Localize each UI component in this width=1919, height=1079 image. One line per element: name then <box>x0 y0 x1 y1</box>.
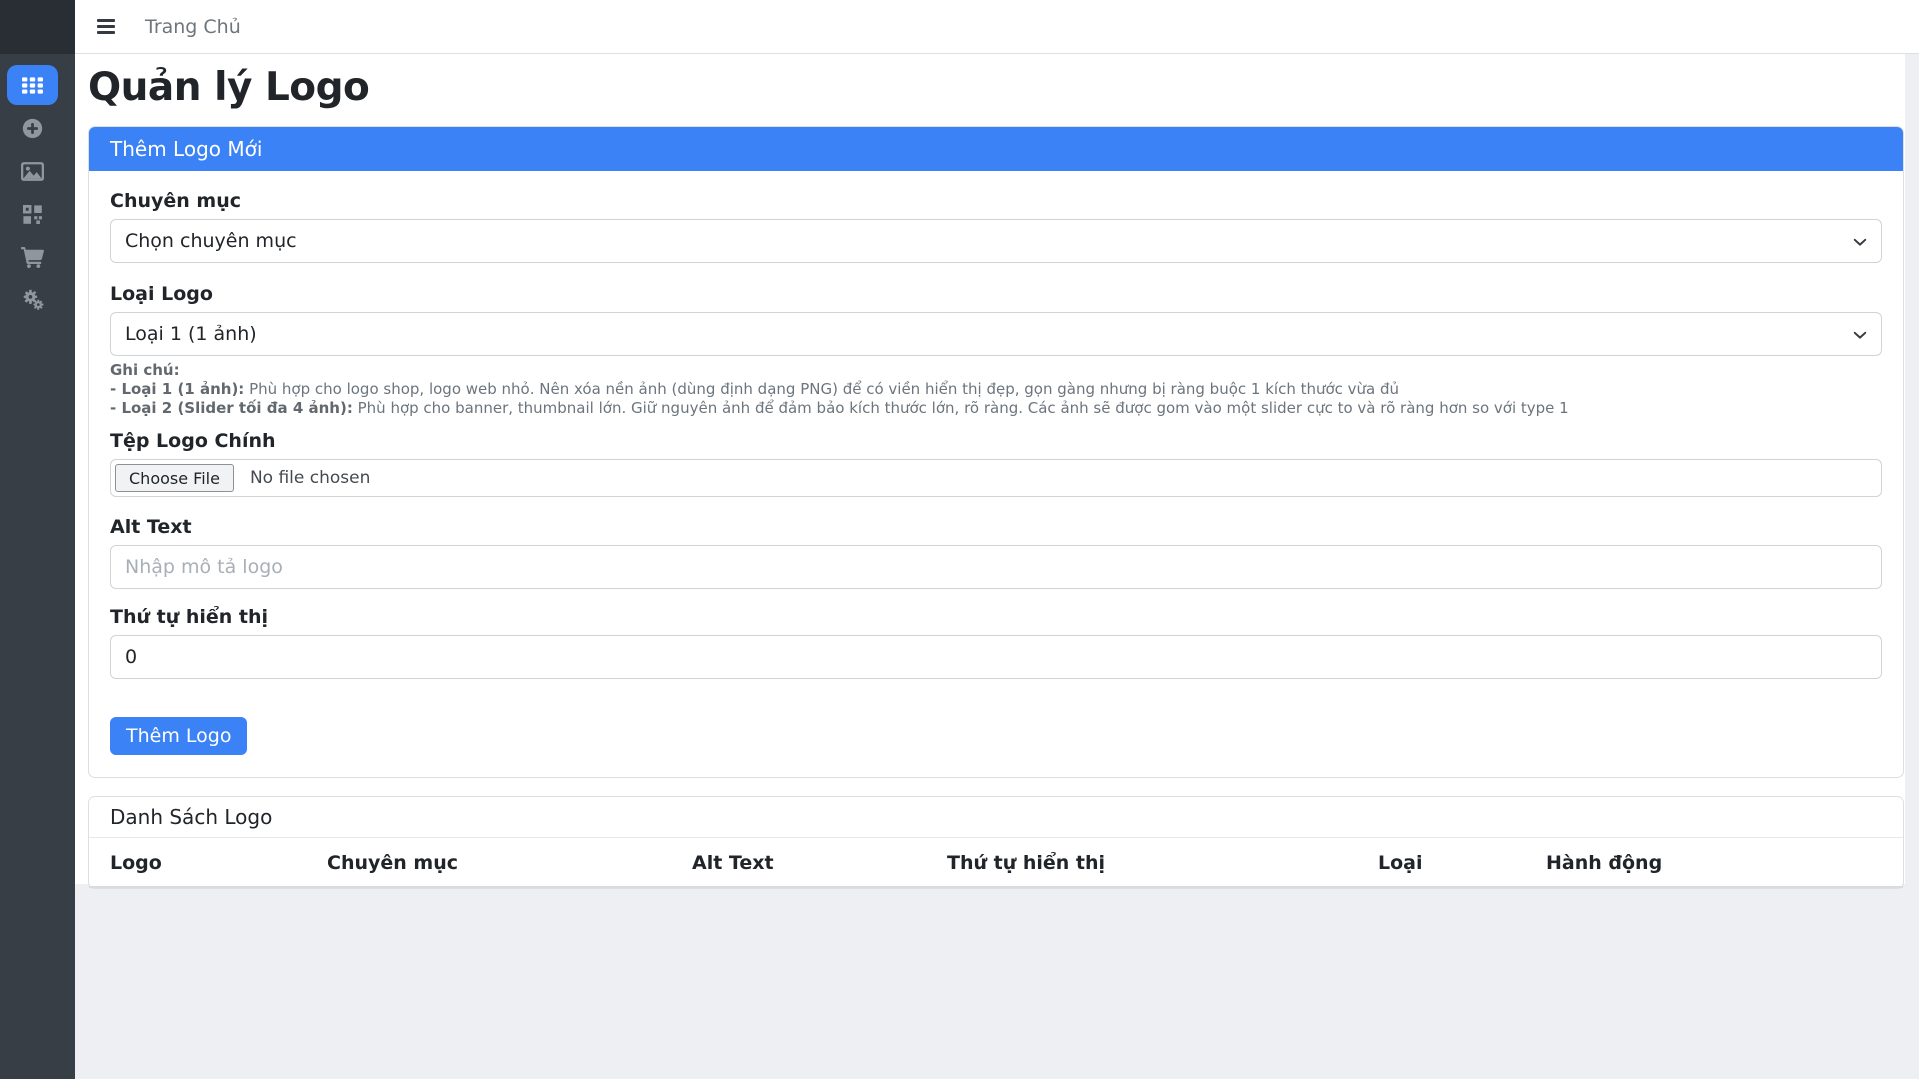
logo-type-select[interactable]: Loại 1 (1 ảnh) <box>110 312 1882 356</box>
sidebar-item-images[interactable] <box>7 151 58 191</box>
add-logo-card: Thêm Logo Mới Chuyên mục Chọn chuyên mục… <box>88 126 1904 778</box>
sidebar-item-add[interactable] <box>7 108 58 148</box>
sidebar-item-cart[interactable] <box>7 237 58 277</box>
top-navbar: Trang Chủ <box>75 0 1919 54</box>
nav-home-link[interactable]: Trang Chủ <box>145 16 241 38</box>
gears-icon <box>21 289 44 311</box>
image-icon <box>21 162 44 181</box>
sort-order-label: Thứ tự hiển thị <box>110 607 1882 628</box>
choose-file-button[interactable]: Choose File <box>115 464 234 492</box>
logo-list-card: Danh Sách Logo Logo Chuyên mục Alt Text … <box>88 796 1904 889</box>
main-file-label: Tệp Logo Chính <box>110 431 1882 452</box>
qrcode-icon <box>23 205 42 224</box>
sidebar-brand <box>0 0 75 54</box>
logo-type-notes: Ghi chú: - Loại 1 (1 ảnh): Phù hợp cho l… <box>110 361 1882 418</box>
alt-text-input[interactable] <box>110 545 1882 589</box>
logo-table: Logo Chuyên mục Alt Text Thứ tự hiển thị… <box>89 838 1903 888</box>
add-logo-button[interactable]: Thêm Logo <box>110 717 247 755</box>
logo-type-label: Loại Logo <box>110 284 1882 305</box>
col-category: Chuyên mục <box>319 838 684 887</box>
sidebar-item-widgets[interactable] <box>7 194 58 234</box>
logo-type-select-wrap: Loại 1 (1 ảnh) <box>110 312 1882 356</box>
col-type: Loại <box>1370 838 1538 887</box>
content-area: Quản lý Logo Thêm Logo Mới Chuyên mục Ch… <box>75 54 1905 884</box>
sort-order-input[interactable] <box>110 635 1882 679</box>
category-label: Chuyên mục <box>110 191 1882 212</box>
logo-table-header-row: Logo Chuyên mục Alt Text Thứ tự hiển thị… <box>89 838 1903 887</box>
menu-toggle-button[interactable] <box>97 19 115 34</box>
notes-line-2: - Loại 2 (Slider tối đa 4 ảnh): Phù hợp … <box>110 399 1882 418</box>
col-actions: Hành động <box>1538 838 1903 887</box>
sidebar-item-settings[interactable] <box>7 280 58 320</box>
notes-title: Ghi chú: <box>110 361 180 379</box>
sidebar-nav <box>0 54 75 320</box>
logo-list-card-header: Danh Sách Logo <box>89 797 1903 838</box>
alt-text-label: Alt Text <box>110 517 1882 538</box>
grid-icon <box>22 77 43 94</box>
notes-line-1: - Loại 1 (1 ảnh): Phù hợp cho logo shop,… <box>110 380 1882 399</box>
hamburger-icon <box>97 19 115 22</box>
sidebar <box>0 0 75 1079</box>
add-logo-card-header: Thêm Logo Mới <box>89 127 1903 171</box>
plus-circle-icon <box>22 118 43 139</box>
col-alt-text: Alt Text <box>684 838 939 887</box>
file-status-text: No file chosen <box>250 468 370 488</box>
category-select[interactable]: Chọn chuyên mục <box>110 219 1882 263</box>
page-title: Quản lý Logo <box>88 64 1905 112</box>
main-file-input[interactable]: Choose File No file chosen <box>110 459 1882 497</box>
add-logo-card-body: Chuyên mục Chọn chuyên mục Loại Logo Loạ… <box>89 171 1903 777</box>
col-logo: Logo <box>89 838 319 887</box>
category-select-wrap: Chọn chuyên mục <box>110 219 1882 263</box>
sidebar-item-dashboard[interactable] <box>7 65 58 105</box>
cart-icon <box>21 247 44 268</box>
col-sort-order: Thứ tự hiển thị <box>939 838 1370 887</box>
